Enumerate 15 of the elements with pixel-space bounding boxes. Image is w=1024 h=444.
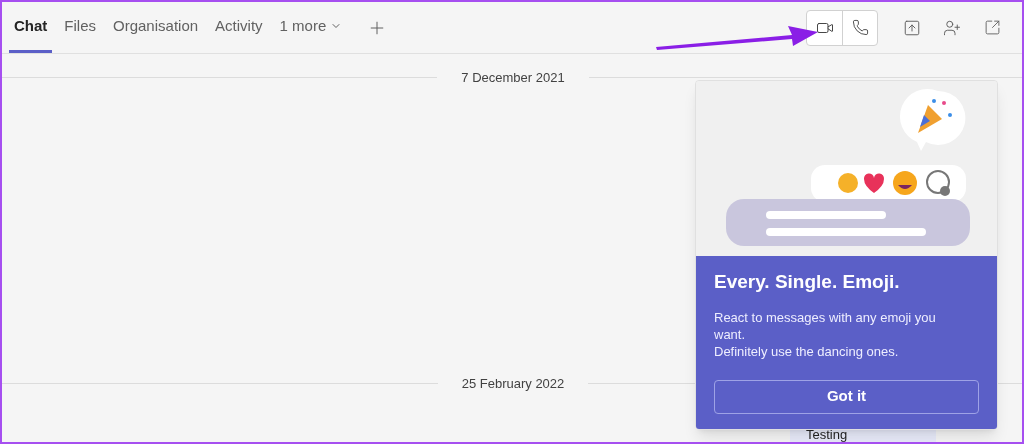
- message-text: Testing: [806, 428, 848, 442]
- share-icon: [903, 18, 921, 37]
- more-tab[interactable]: 1 more: [274, 2, 348, 53]
- pop-out-icon: [983, 19, 1001, 36]
- tab[interactable]: Activity: [210, 2, 268, 53]
- add-person-icon: [943, 18, 961, 37]
- tab[interactable]: Files: [59, 2, 101, 53]
- phone-icon: [851, 19, 869, 36]
- date-divider-text: 25 February 2022: [460, 374, 566, 393]
- popup-title: Every. Single. Emoji.: [714, 270, 901, 294]
- got-it-button[interactable]: Got it: [714, 379, 979, 414]
- date-divider-text: 7 December 2021: [460, 69, 566, 87]
- popup-description: React to messages with any emoji you want. Definitely use the dancing ones.: [714, 308, 937, 360]
- tab[interactable]: Chat: [9, 2, 53, 53]
- tab[interactable]: Organisation: [108, 2, 204, 53]
